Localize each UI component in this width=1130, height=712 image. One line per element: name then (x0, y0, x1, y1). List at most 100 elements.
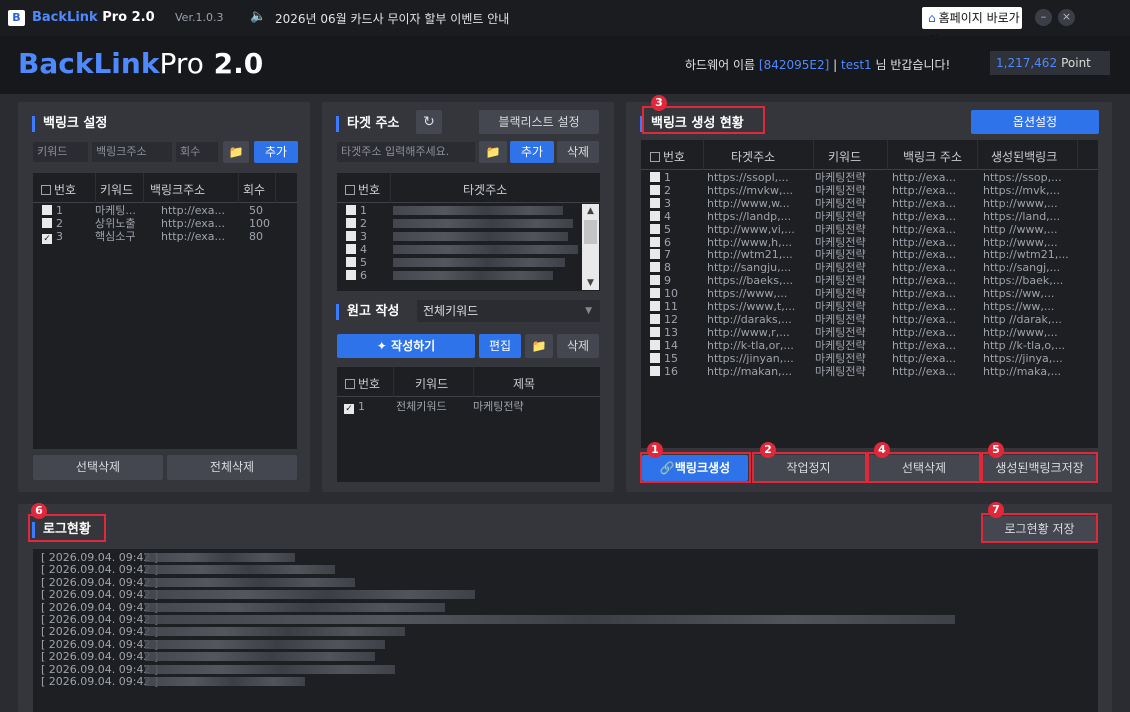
add-target-button[interactable]: 추가 (510, 141, 554, 163)
column-divider (887, 140, 888, 170)
row-checkbox[interactable] (650, 210, 660, 221)
blurred-log-text (145, 652, 375, 662)
homepage-button[interactable]: ⌂홈페이지 바로가기 (922, 7, 1022, 47)
table-row[interactable]: 2 (42, 217, 63, 230)
row-url: http://exa... (892, 209, 957, 223)
row-checkbox[interactable] (650, 262, 660, 273)
row-url: http://exa... (892, 183, 957, 197)
row-checkbox[interactable] (650, 172, 660, 182)
row-checkbox[interactable] (650, 236, 660, 247)
table-row[interactable]: 4 (650, 210, 671, 223)
add-backlink-button[interactable]: 추가 (254, 141, 298, 163)
row-checkbox[interactable] (650, 313, 660, 324)
table-row[interactable]: 3 (650, 197, 671, 210)
table-row[interactable]: 1 (650, 171, 671, 184)
row-checkbox[interactable] (346, 270, 356, 280)
write-button[interactable]: ✦ 작성하기 (337, 334, 475, 358)
select-all-checkbox[interactable] (345, 379, 355, 389)
table-row[interactable]: 5 (346, 256, 367, 269)
select-all-checkbox[interactable] (41, 185, 51, 195)
minimize-button[interactable]: – (1035, 9, 1052, 26)
scroll-up-icon[interactable]: ▲ (582, 204, 599, 218)
table-row[interactable]: 1 (42, 204, 63, 217)
row-checkbox[interactable] (650, 339, 660, 350)
row-target: http://sangju,... (707, 261, 792, 275)
scroll-down-icon[interactable]: ▼ (582, 276, 599, 290)
row-checkbox[interactable] (346, 244, 356, 254)
delete-target-button[interactable]: 삭제 (557, 141, 599, 163)
select-all-checkbox[interactable] (345, 185, 355, 195)
select-all-checkbox[interactable] (650, 152, 660, 162)
table-row[interactable]: 15 (650, 352, 678, 365)
close-button[interactable]: × (1058, 9, 1075, 26)
row-checkbox[interactable] (42, 218, 52, 228)
table-row[interactable]: 11 (650, 300, 678, 313)
table-row[interactable]: 10 (650, 287, 678, 300)
table-row[interactable]: 7 (650, 248, 671, 261)
table-row[interactable]: 6 (650, 236, 671, 249)
row-checkbox[interactable] (650, 275, 660, 286)
table-row[interactable]: 2 (346, 217, 367, 230)
table-row[interactable]: 4 (346, 243, 367, 256)
backlink-url-input[interactable]: 백링크주소 (92, 142, 172, 162)
row-checkbox[interactable] (346, 257, 356, 267)
row-no: 7 (664, 248, 671, 262)
keyword-select-value: 전체키워드 (423, 304, 479, 318)
table-row[interactable]: ✓ 1 (344, 400, 365, 414)
row-checkbox[interactable] (650, 184, 660, 195)
keyword-input[interactable]: 키워드 (33, 142, 88, 162)
target-url-input[interactable]: 타겟주소 입력해주세요. (337, 142, 475, 162)
table-row[interactable]: 9 (650, 274, 671, 287)
blurred-log-text (145, 565, 335, 575)
row-checkbox[interactable] (346, 218, 356, 228)
delete-manuscript-button[interactable]: 삭제 (557, 334, 599, 358)
table-row[interactable]: 8 (650, 261, 671, 274)
table-row[interactable]: 3 (346, 230, 367, 243)
table-row[interactable]: 16 (650, 365, 678, 378)
row-no: 5 (360, 256, 367, 269)
row-checkbox[interactable] (650, 249, 660, 260)
folder-icon[interactable]: 📁 (223, 141, 249, 163)
table-row[interactable]: 14 (650, 339, 678, 352)
row-checkbox-checked[interactable]: ✓ (42, 234, 52, 244)
folder-icon[interactable]: 📁 (479, 141, 507, 163)
table-row[interactable]: 5 (650, 223, 671, 236)
row-target: https://mvkw,... (707, 183, 794, 197)
delete-selected-button[interactable]: 선택삭제 (33, 455, 163, 480)
scroll-thumb[interactable] (584, 220, 597, 244)
row-checkbox[interactable] (650, 352, 660, 363)
points-value: 1,217,462 (996, 56, 1058, 70)
blacklist-button[interactable]: 블랙리스트 설정 (479, 110, 599, 134)
row-checkbox[interactable] (650, 326, 660, 337)
edit-button[interactable]: 편집 (479, 334, 521, 358)
folder-icon[interactable]: 📁 (525, 334, 553, 358)
table-row[interactable]: ✓ 3 (42, 230, 63, 244)
refresh-icon[interactable]: ↻ (416, 110, 442, 134)
row-checkbox[interactable] (650, 301, 660, 311)
scrollbar[interactable]: ▲ ▼ (582, 204, 599, 290)
table-row[interactable]: 12 (650, 313, 678, 326)
row-url: http://exa... (892, 222, 957, 236)
row-checkbox[interactable] (346, 231, 356, 241)
row-checkbox[interactable] (650, 365, 660, 376)
table-row[interactable]: 1 (346, 204, 367, 217)
delete-all-button[interactable]: 전체삭제 (167, 455, 297, 480)
log-entry: [ 2026.09.04. 09:42 ] (41, 625, 159, 639)
table-row[interactable]: 2 (650, 184, 671, 197)
row-checkbox[interactable] (650, 197, 660, 208)
table-row[interactable]: 13 (650, 326, 678, 339)
keyword-select[interactable]: 전체키워드 ▼ (417, 300, 600, 322)
row-no: 13 (664, 325, 678, 339)
table-row[interactable]: 6 (346, 269, 367, 282)
row-checkbox[interactable] (650, 288, 660, 299)
notice-link[interactable]: 2026년 06월 카드사 무이자 할부 이벤트 안내 (275, 10, 509, 27)
brand-pro: Pro (159, 47, 204, 80)
row-checkbox[interactable] (42, 205, 52, 215)
row-target: http://www,h,... (707, 235, 793, 249)
row-checkbox[interactable] (346, 205, 356, 215)
row-checkbox-checked[interactable]: ✓ (344, 404, 354, 414)
count-input[interactable]: 회수 (176, 142, 218, 162)
blurred-log-text (145, 577, 355, 587)
options-button[interactable]: 옵션설정 (971, 110, 1099, 134)
row-checkbox[interactable] (650, 223, 660, 234)
